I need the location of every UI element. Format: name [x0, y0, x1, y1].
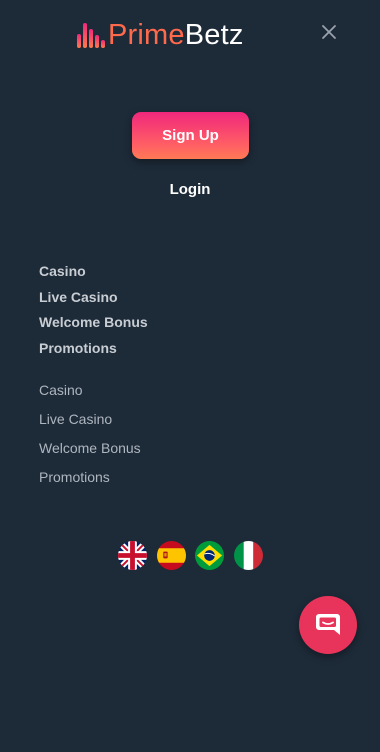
brazil-flag-icon: [195, 541, 224, 570]
language-english[interactable]: [118, 541, 147, 570]
close-button[interactable]: [318, 21, 340, 43]
menu-item-promotions[interactable]: Promotions: [39, 337, 148, 363]
secondary-menu: Casino Live Casino Welcome Bonus Promoti…: [39, 378, 141, 494]
logo-text-betz: Betz: [184, 19, 244, 51]
secondary-item-casino[interactable]: Casino: [39, 378, 141, 407]
close-icon: [322, 25, 336, 39]
logo-text: PrimeBetz: [108, 19, 244, 51]
uk-flag-icon: [118, 541, 147, 570]
primary-menu: Casino Live Casino Welcome Bonus Promoti…: [39, 260, 148, 362]
menu-item-live-casino[interactable]: Live Casino: [39, 286, 148, 312]
primebetz-logo[interactable]: PrimeBetz: [76, 19, 244, 51]
language-spanish[interactable]: [156, 541, 186, 570]
secondary-item-live-casino[interactable]: Live Casino: [39, 407, 141, 436]
language-selector: [118, 541, 272, 570]
secondary-item-welcome-bonus[interactable]: Welcome Bonus: [39, 436, 141, 465]
italy-flag-icon: [233, 541, 263, 570]
logo-text-prime: Prime: [108, 19, 185, 51]
chat-bubble-icon: [316, 614, 340, 635]
login-link[interactable]: Login: [140, 178, 240, 202]
logo-bars-icon: [77, 23, 105, 48]
menu-item-welcome-bonus[interactable]: Welcome Bonus: [39, 311, 148, 337]
sign-up-button[interactable]: Sign Up: [132, 112, 249, 159]
menu-item-casino[interactable]: Casino: [39, 260, 148, 286]
language-italian[interactable]: [233, 541, 263, 570]
spain-flag-icon: [156, 541, 186, 570]
secondary-item-promotions[interactable]: Promotions: [39, 465, 141, 494]
header: PrimeBetz: [0, 0, 380, 70]
live-chat-button[interactable]: [299, 596, 357, 654]
language-portuguese[interactable]: [195, 541, 224, 570]
